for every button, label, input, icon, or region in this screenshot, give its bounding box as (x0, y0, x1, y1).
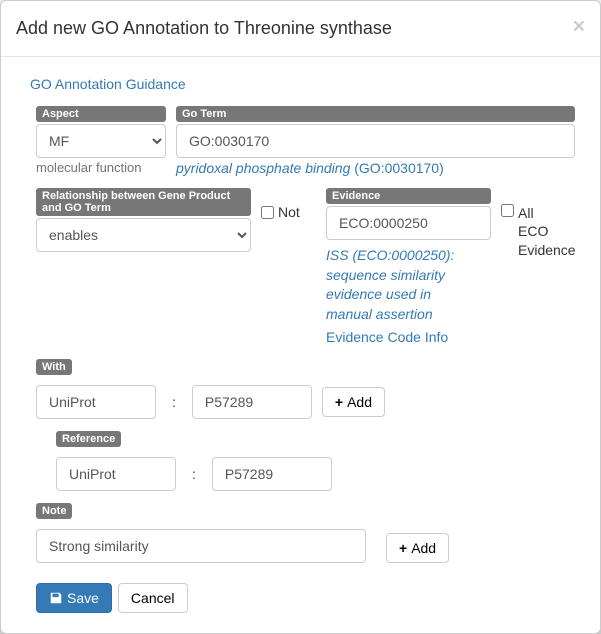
goterm-desc-link[interactable]: pyridoxal phosphate binding (GO:0030170) (176, 160, 444, 176)
evidence-label: Evidence (326, 188, 491, 204)
plus-icon: + (399, 540, 407, 556)
reference-label: Reference (56, 431, 121, 447)
note-add-button[interactable]: +Add (386, 533, 449, 563)
guidance-link[interactable]: GO Annotation Guidance (30, 76, 186, 92)
relationship-select[interactable]: enables (36, 218, 251, 252)
modal-title: Add new GO Annotation to Threonine synth… (16, 16, 585, 41)
with-label: With (36, 359, 72, 375)
goterm-label: Go Term (176, 106, 575, 122)
modal-header: Add new GO Annotation to Threonine synth… (1, 1, 600, 57)
not-checkbox[interactable] (261, 206, 274, 219)
note-input[interactable] (36, 529, 366, 563)
not-label: Not (278, 204, 300, 220)
cancel-button[interactable]: Cancel (118, 583, 188, 613)
reference-id-input[interactable] (212, 457, 332, 491)
evidence-desc-link[interactable]: ISS (ECO:0000250): sequence similarity e… (326, 246, 491, 324)
note-label: Note (36, 503, 72, 519)
all-eco-checkbox[interactable] (501, 204, 514, 217)
relationship-label: Relationship between Gene Product and GO… (36, 188, 251, 216)
with-id-input[interactable] (192, 385, 312, 419)
colon: : (186, 466, 202, 482)
save-button[interactable]: Save (36, 583, 112, 613)
evidence-input[interactable] (326, 206, 491, 240)
aspect-hint: molecular function (36, 160, 166, 175)
evidence-info-link[interactable]: Evidence Code Info (326, 329, 448, 345)
aspect-label: Aspect (36, 106, 166, 122)
goterm-input[interactable] (176, 124, 575, 158)
save-icon (49, 591, 63, 605)
aspect-select[interactable]: MF (36, 124, 166, 158)
colon: : (166, 394, 182, 410)
close-button[interactable]: × (573, 16, 585, 37)
all-eco-label: All ECO Evidence (518, 204, 576, 259)
plus-icon: + (335, 394, 343, 410)
with-db-input[interactable] (36, 385, 156, 419)
with-add-button[interactable]: +Add (322, 387, 385, 417)
reference-db-input[interactable] (56, 457, 176, 491)
